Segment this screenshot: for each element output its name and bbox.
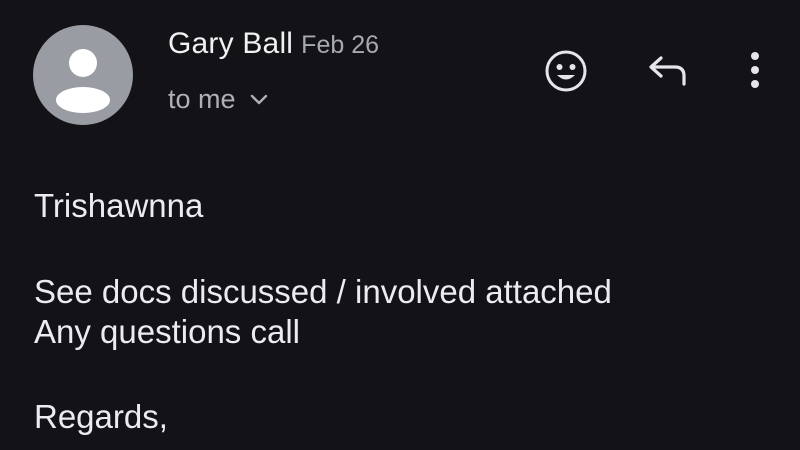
body-line: Any questions call xyxy=(34,313,300,350)
chevron-down-icon xyxy=(250,94,268,106)
smiley-face-icon xyxy=(545,50,587,92)
recipient-label: to me xyxy=(168,84,236,114)
person-silhouette-icon xyxy=(56,49,110,113)
reply-button[interactable] xyxy=(640,45,696,97)
sender-avatar[interactable] xyxy=(33,25,133,125)
body-line: See docs discussed / involved attached xyxy=(34,273,612,310)
more-vertical-icon xyxy=(751,52,759,88)
recipient-details-toggle[interactable]: to me xyxy=(168,84,268,115)
sender-line: Gary Ball Feb 26 xyxy=(168,27,379,61)
add-reaction-button[interactable] xyxy=(538,43,594,99)
reply-arrow-icon xyxy=(649,56,686,86)
sender-name[interactable]: Gary Ball xyxy=(168,27,293,60)
message-date: Feb 26 xyxy=(301,31,380,59)
body-signoff: Regards, xyxy=(34,398,168,435)
body-greeting: Trishawnna xyxy=(34,187,204,224)
more-options-button[interactable] xyxy=(733,40,777,100)
